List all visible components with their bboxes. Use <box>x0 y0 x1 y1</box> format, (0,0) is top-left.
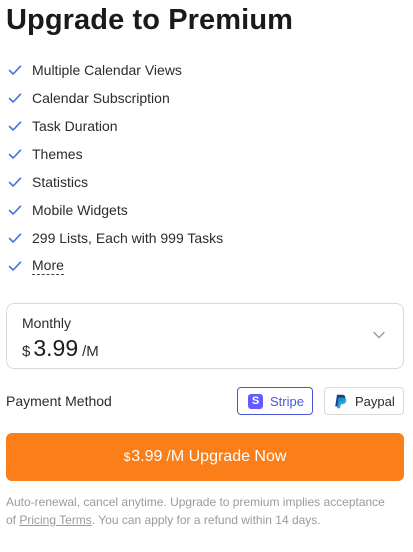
stripe-label: Stripe <box>270 393 304 409</box>
feature-item-more[interactable]: More <box>8 252 308 280</box>
page-title: Upgrade to Premium <box>6 4 294 36</box>
feature-item: Themes <box>8 140 308 168</box>
feature-label: 299 Lists, Each with 999 Tasks <box>32 230 224 246</box>
plan-period: /M <box>82 343 99 360</box>
check-icon <box>8 233 22 243</box>
feature-item: Multiple Calendar Views <box>8 56 308 84</box>
feature-item: Statistics <box>8 168 308 196</box>
feature-label: Statistics <box>32 174 89 190</box>
paypal-logo-icon <box>335 394 347 408</box>
payment-method-row: Payment Method S Stripe Paypal <box>6 386 404 416</box>
stripe-option-button[interactable]: S Stripe <box>237 387 313 415</box>
upgrade-currency: $ <box>123 450 131 464</box>
check-icon <box>8 177 22 187</box>
check-icon <box>8 205 22 215</box>
check-icon <box>8 261 22 271</box>
terms-text: Auto-renewal, cancel anytime. Upgrade to… <box>6 493 398 529</box>
check-icon <box>8 65 22 75</box>
chevron-down-icon[interactable] <box>373 331 385 339</box>
check-icon <box>8 121 22 131</box>
paypal-option-button[interactable]: Paypal <box>324 387 404 415</box>
plan-amount: 3.99 <box>33 335 79 361</box>
check-icon <box>8 149 22 159</box>
plan-name: Monthly <box>22 315 72 331</box>
feature-label: Multiple Calendar Views <box>32 62 182 78</box>
more-link[interactable]: More <box>32 257 64 275</box>
feature-item: Calendar Subscription <box>8 84 308 112</box>
plan-price: $ 3.99 /M <box>22 335 99 362</box>
stripe-logo-icon: S <box>248 393 263 409</box>
payment-method-label: Payment Method <box>6 393 112 409</box>
feature-label: Themes <box>32 146 83 162</box>
plan-select[interactable]: Monthly $ 3.99 /M <box>6 303 404 369</box>
paypal-label: Paypal <box>355 393 395 409</box>
feature-list: Multiple Calendar Views Calendar Subscri… <box>8 56 308 280</box>
feature-label: Calendar Subscription <box>32 90 170 106</box>
feature-label: Mobile Widgets <box>32 202 128 218</box>
upgrade-now-button[interactable]: $ 3.99 /M Upgrade Now <box>6 433 404 481</box>
terms-part-2: . You can apply for a refund within 14 d… <box>91 513 321 527</box>
feature-item: 299 Lists, Each with 999 Tasks <box>8 224 308 252</box>
check-icon <box>8 93 22 103</box>
pricing-terms-link[interactable]: Pricing Terms <box>19 513 91 527</box>
upgrade-amount: 3.99 <box>131 448 163 465</box>
feature-item: Task Duration <box>8 112 308 140</box>
feature-label: Task Duration <box>32 118 118 134</box>
feature-item: Mobile Widgets <box>8 196 308 224</box>
plan-currency: $ <box>22 343 31 360</box>
upgrade-label: /M Upgrade Now <box>166 448 287 465</box>
